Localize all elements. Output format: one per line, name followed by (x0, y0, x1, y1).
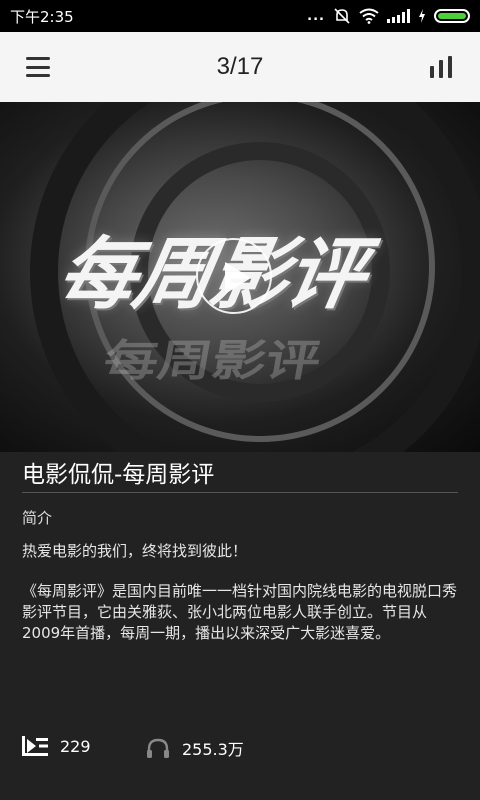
play-count: 255.3万 (146, 736, 244, 760)
status-bar: 下午2:35 ... (0, 0, 480, 32)
play-icon (225, 262, 251, 294)
mute-icon (334, 8, 350, 24)
app-header: 3/17 (0, 32, 480, 102)
status-icons: ... (307, 8, 470, 24)
cover-title-reflection: 每周影评 (99, 335, 325, 386)
charging-icon (419, 9, 425, 23)
bars-icon[interactable] (430, 56, 454, 78)
headphones-icon (147, 738, 169, 758)
divider (22, 492, 458, 493)
episode-count: 229 (22, 736, 91, 756)
cover-image[interactable]: 每周影评 每周影评 (0, 102, 480, 452)
page-counter: 3/17 (216, 53, 264, 80)
play-count-value: 255.3万 (182, 740, 244, 759)
playlist-icon (22, 736, 48, 756)
intro-label: 简介 (22, 509, 53, 527)
program-tagline: 热爱电影的我们，终将找到彼此！ (22, 542, 248, 560)
episode-count-value: 229 (60, 736, 91, 756)
menu-icon[interactable] (26, 57, 50, 77)
program-title: 电影侃侃-每周影评 (22, 462, 215, 488)
wifi-icon (359, 8, 379, 24)
status-time: 下午2:35 (10, 7, 74, 26)
signal-icon (387, 9, 410, 23)
program-description[interactable]: 《每周影评》是国内目前唯一一档针对国内院线电影的电视脱口秀影评节目，它由关雅荻、… (22, 581, 458, 644)
more-dots: ... (307, 8, 325, 24)
battery-icon (434, 9, 470, 23)
play-button[interactable] (196, 238, 272, 314)
